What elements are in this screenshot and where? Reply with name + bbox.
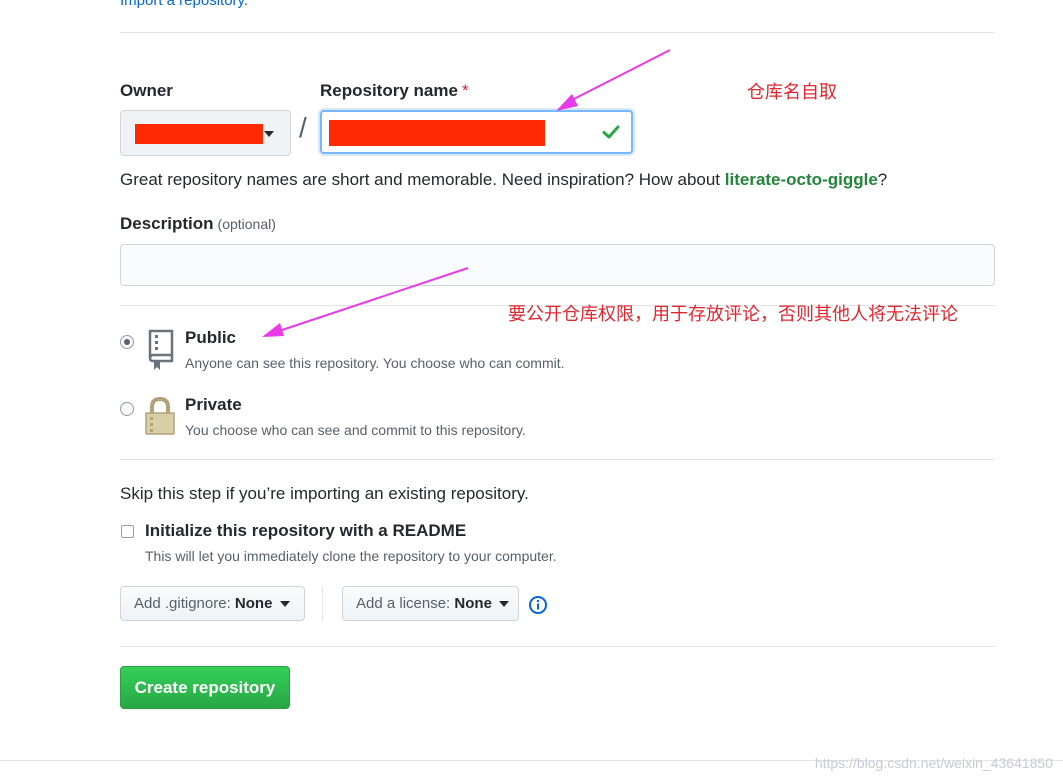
arrow-head-public (262, 323, 284, 337)
arrow-to-repo-name (565, 49, 671, 104)
watermark-text: https://blog.csdn.net/weixin_43641850 (814, 755, 1053, 771)
arrow-to-public (275, 267, 469, 333)
annotation-arrows (262, 49, 671, 337)
arrow-head-repo-name (556, 94, 578, 111)
